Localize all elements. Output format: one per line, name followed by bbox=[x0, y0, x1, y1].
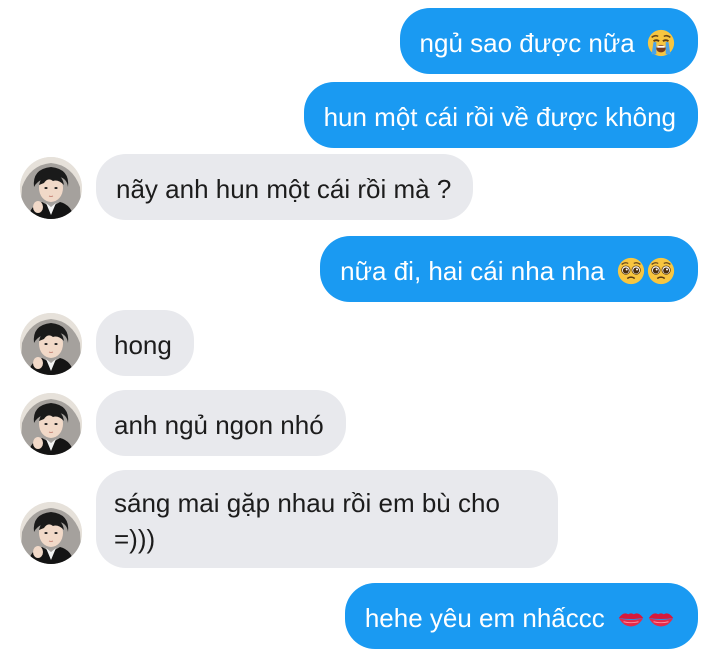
received-message-bubble[interactable]: sáng mai gặp nhau rồi em bù cho =))) bbox=[96, 470, 558, 568]
message-text: hun một cái rồi về được không bbox=[323, 102, 676, 133]
pleading-face-icon bbox=[616, 256, 646, 286]
contact-avatar[interactable] bbox=[20, 393, 82, 455]
kiss-mark-icon bbox=[616, 603, 646, 633]
message-text: sáng mai gặp nhau rồi em bù cho =))) bbox=[114, 488, 500, 555]
received-message-bubble[interactable]: anh ngủ ngon nhó bbox=[96, 390, 346, 456]
sent-message-bubble[interactable]: hehe yêu em nhấccc bbox=[344, 583, 698, 649]
kiss-mark-icon bbox=[646, 603, 676, 633]
sent-message-bubble[interactable]: nữa đi, hai cái nha nha bbox=[320, 236, 698, 302]
received-message-bubble[interactable]: nãy anh hun một cái rồi mà ? bbox=[96, 154, 474, 220]
message-text: anh ngủ ngon nhó bbox=[114, 410, 324, 441]
message-text: hong bbox=[114, 330, 172, 361]
sent-message-bubble[interactable]: ngủ sao được nữa bbox=[399, 8, 698, 74]
message-text: nữa đi, hai cái nha nha bbox=[340, 256, 605, 287]
message-text: hehe yêu em nhấccc bbox=[364, 603, 605, 634]
loudly-crying-face-icon bbox=[646, 28, 676, 58]
contact-avatar[interactable] bbox=[20, 502, 82, 564]
message-text: nãy anh hun một cái rồi mà ? bbox=[116, 174, 452, 205]
message-text: ngủ sao được nữa bbox=[419, 28, 635, 59]
pleading-face-icon bbox=[646, 256, 676, 286]
received-message-bubble[interactable]: hong bbox=[96, 310, 194, 376]
contact-avatar[interactable] bbox=[20, 313, 82, 375]
contact-avatar[interactable] bbox=[20, 157, 82, 219]
sent-message-bubble[interactable]: hun một cái rồi về được không bbox=[303, 82, 698, 148]
